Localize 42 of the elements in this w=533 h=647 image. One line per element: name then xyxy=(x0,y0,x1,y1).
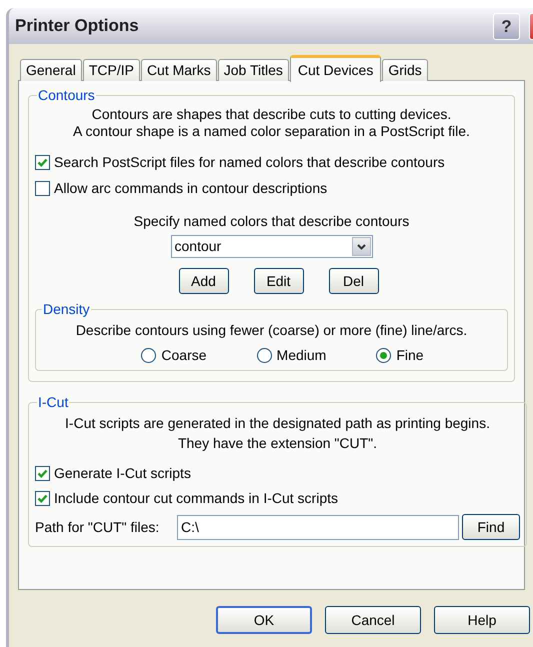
dropdown-value: contour xyxy=(174,237,222,256)
dialog-button[interactable]: OK xyxy=(216,606,312,634)
group-description: They have the extension "CUT". xyxy=(178,434,378,453)
group-title: I-Cut xyxy=(37,393,70,412)
window-title: Printer Options xyxy=(15,15,140,38)
action-button[interactable]: Del xyxy=(328,268,378,294)
radio-button[interactable] xyxy=(141,348,156,363)
checkbox[interactable] xyxy=(35,491,50,506)
find-button[interactable]: Find xyxy=(462,514,520,540)
dialog-button[interactable]: Cancel xyxy=(325,606,421,634)
section-label: Specify named colors that describe contours xyxy=(132,212,410,231)
action-button[interactable]: Add xyxy=(178,268,228,294)
checkbox-label: Include contour cut commands in I-Cut scripts xyxy=(54,489,338,508)
group-description: I-Cut scripts are generated in the designated path as printing begins. xyxy=(65,414,490,433)
radio-button[interactable] xyxy=(376,348,392,363)
tab[interactable]: Cut Devices xyxy=(290,55,382,82)
tab[interactable]: TCP/IP xyxy=(82,59,140,81)
checkbox-label: Search PostScript files for named colors that describe contours xyxy=(54,153,445,172)
color-dropdown[interactable]: contour xyxy=(170,235,372,258)
checkbox-label: Generate I-Cut scripts xyxy=(54,464,191,483)
tab[interactable]: Job Titles xyxy=(218,59,289,81)
radio-label: Medium xyxy=(276,346,326,365)
help-button[interactable]: ? xyxy=(493,12,520,40)
field-label: Path for "CUT" files: xyxy=(35,518,160,536)
checkbox[interactable] xyxy=(35,466,50,481)
checkbox[interactable] xyxy=(35,181,50,196)
group-title: Density xyxy=(42,300,91,319)
radio-label: Fine xyxy=(396,346,424,365)
tab[interactable]: Grids xyxy=(382,59,428,81)
tab[interactable]: General xyxy=(20,59,82,81)
radio-button[interactable] xyxy=(256,348,272,363)
group-title: Contours xyxy=(37,86,96,105)
group-description: A contour shape is a named color separation in a PostScript file. xyxy=(73,123,470,140)
tab[interactable]: Cut Marks xyxy=(140,59,217,81)
checkbox[interactable] xyxy=(35,155,50,170)
group-description: Contours are shapes that describe cuts to cutting devices. xyxy=(92,106,452,123)
radio-label: Coarse xyxy=(161,346,207,365)
checkbox-label: Allow arc commands in contour descriptions xyxy=(54,179,328,198)
path-field[interactable]: C:\ xyxy=(177,514,459,540)
dialog-button[interactable]: Help xyxy=(434,606,530,634)
action-button[interactable]: Edit xyxy=(254,268,304,294)
group-description: Describe contours using fewer (coarse) or more (fine) line/arcs. xyxy=(74,321,468,340)
